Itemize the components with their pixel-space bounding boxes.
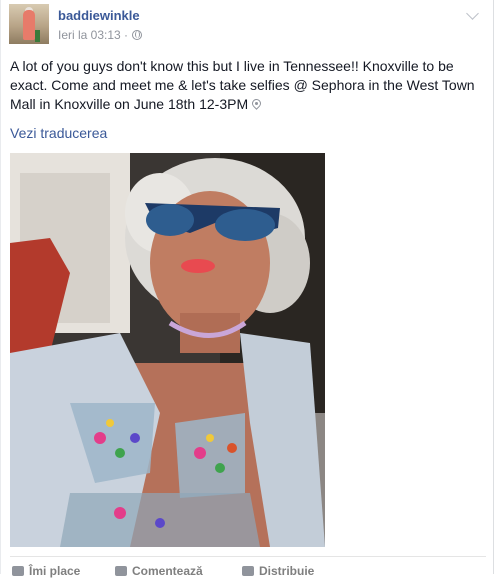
post-photo[interactable] xyxy=(10,153,325,547)
like-label: Îmi place xyxy=(29,564,81,578)
location-pin-icon[interactable] xyxy=(252,99,261,110)
share-button[interactable]: Distribuie xyxy=(242,564,314,578)
chevron-down-icon[interactable] xyxy=(466,7,479,20)
post-text: A lot of you guys don't know this but I … xyxy=(10,57,480,114)
comment-button[interactable]: Comentează xyxy=(115,564,203,578)
like-button[interactable]: Îmi place xyxy=(12,564,80,578)
post-meta: Ieri la 03:13 · xyxy=(58,28,143,42)
author-avatar[interactable] xyxy=(9,4,49,44)
actions-divider xyxy=(10,556,486,557)
see-translation-link[interactable]: Vezi traducerea xyxy=(10,125,107,141)
post-body: A lot of you guys don't know this but I … xyxy=(10,58,475,112)
post-card: baddiewinkle Ieri la 03:13 · A lot of yo… xyxy=(0,0,494,578)
post-timestamp[interactable]: Ieri la 03:13 · xyxy=(58,28,128,42)
share-icon xyxy=(242,566,254,576)
author-name[interactable]: baddiewinkle xyxy=(58,8,140,23)
share-label: Distribuie xyxy=(259,564,315,578)
comment-icon xyxy=(115,566,127,576)
photo-illustration xyxy=(10,153,325,547)
thumbs-up-icon xyxy=(12,566,24,576)
comment-label: Comentează xyxy=(132,564,203,578)
globe-icon[interactable] xyxy=(132,30,143,40)
